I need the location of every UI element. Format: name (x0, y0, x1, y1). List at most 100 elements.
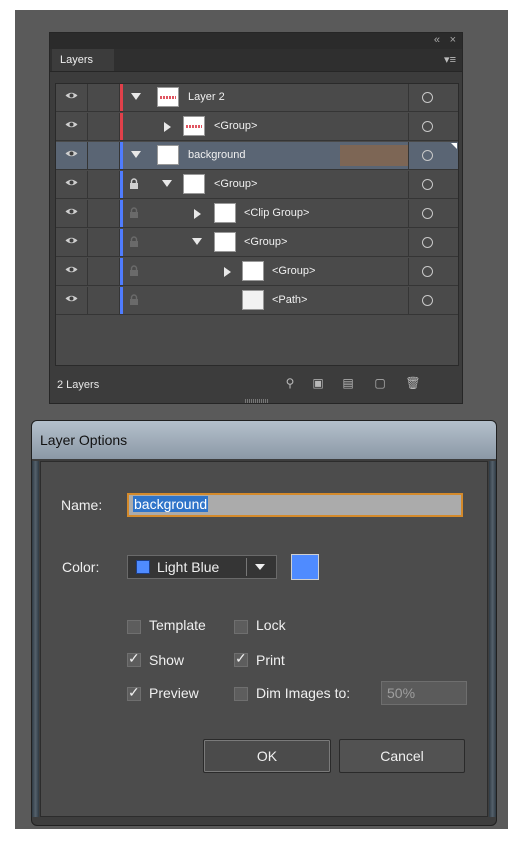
dim-images-checkbox[interactable] (234, 687, 248, 701)
name-label: Name: (61, 497, 103, 513)
layer-thumbnail (242, 261, 264, 281)
layer-name: <Group> (214, 120, 258, 132)
cancel-button[interactable]: Cancel (339, 739, 465, 773)
visibility-toggle[interactable] (56, 171, 88, 198)
close-icon[interactable]: × (450, 34, 456, 46)
collect-icon[interactable]: ▣ (310, 376, 326, 390)
show-checkbox[interactable] (127, 650, 141, 667)
layer-row[interactable]: <Group> (56, 229, 458, 257)
color-dropdown-value: Light Blue (157, 559, 220, 575)
expand-down-icon[interactable] (131, 151, 141, 158)
visibility-toggle[interactable] (56, 84, 88, 111)
layer-row[interactable]: <Group> (56, 258, 458, 286)
panel-menu-icon[interactable]: ▾≡ (444, 53, 456, 66)
visibility-toggle[interactable] (56, 258, 88, 285)
layer-row-selected[interactable]: background (56, 142, 458, 170)
preview-checkbox[interactable] (127, 684, 141, 701)
layer-color-bar (120, 171, 123, 198)
selected-art-indicator (451, 143, 457, 149)
tab-layers[interactable]: Layers (52, 49, 114, 71)
target-cell[interactable] (408, 200, 459, 227)
layer-thumbnail (214, 203, 236, 223)
target-circle-icon[interactable] (422, 150, 433, 161)
search-icon[interactable]: ⚲ (282, 376, 298, 390)
lock-toggle[interactable] (87, 287, 138, 314)
lock-checkbox[interactable] (234, 620, 248, 634)
layer-name: Layer 2 (188, 91, 225, 103)
layers-count: 2 Layers (57, 379, 100, 391)
lock-icon (130, 207, 138, 218)
layer-color-bar (120, 200, 123, 227)
target-cell[interactable] (408, 171, 459, 198)
double-chevron-icon[interactable]: « (434, 34, 440, 46)
expand-right-icon[interactable] (164, 122, 171, 132)
target-cell[interactable] (408, 113, 459, 140)
lock-label: Lock (256, 617, 286, 633)
expand-right-icon[interactable] (194, 209, 201, 219)
dim-percent-field[interactable]: 50% (381, 681, 467, 705)
target-circle-icon[interactable] (422, 295, 433, 306)
layer-row[interactable]: <Group> (56, 113, 458, 141)
color-swatch-button[interactable] (291, 554, 319, 580)
target-circle-icon[interactable] (422, 92, 433, 103)
target-circle-icon[interactable] (422, 237, 433, 248)
lock-icon (130, 294, 138, 305)
ok-button[interactable]: OK (203, 739, 331, 773)
dialog-body: Name: background Color: Light Blue Templ… (40, 461, 488, 817)
target-circle-icon[interactable] (422, 121, 433, 132)
make-clipping-mask-icon[interactable]: ▤ (340, 376, 356, 390)
lock-icon (130, 236, 138, 247)
layer-name: <Group> (272, 265, 316, 277)
target-cell[interactable] (408, 287, 459, 314)
name-field[interactable]: background (127, 493, 463, 517)
lock-toggle[interactable] (87, 258, 138, 285)
delete-icon[interactable]: 🗑 (405, 376, 421, 390)
dialog-frame-left (32, 461, 39, 817)
visibility-toggle[interactable] (56, 200, 88, 227)
template-checkbox[interactable] (127, 620, 141, 634)
target-cell[interactable] (408, 84, 459, 111)
print-checkbox[interactable] (234, 650, 248, 667)
target-cell[interactable] (408, 229, 459, 256)
color-chip (136, 560, 150, 574)
lock-toggle[interactable] (87, 229, 138, 256)
visibility-toggle[interactable] (56, 287, 88, 314)
expand-down-icon[interactable] (131, 93, 141, 100)
layer-row[interactable]: Layer 2 (56, 84, 458, 112)
lock-icon (130, 178, 138, 189)
lock-toggle[interactable] (87, 200, 138, 227)
target-circle-icon[interactable] (422, 179, 433, 190)
lock-toggle[interactable] (87, 84, 120, 111)
layer-row[interactable]: <Group> (56, 171, 458, 199)
new-layer-icon[interactable]: ▢ (372, 376, 388, 390)
panel-titlebar: « × (50, 33, 462, 49)
lock-toggle[interactable] (87, 142, 120, 169)
visibility-toggle[interactable] (56, 113, 88, 140)
lock-toggle[interactable] (87, 113, 120, 140)
layer-row[interactable]: <Path> (56, 287, 458, 315)
preview-label: Preview (149, 685, 199, 701)
layer-row[interactable]: <Clip Group> (56, 200, 458, 228)
resize-grip[interactable] (245, 399, 269, 403)
layer-name: <Path> (272, 294, 308, 306)
expand-right-icon[interactable] (224, 267, 231, 277)
chevron-down-icon[interactable] (255, 564, 265, 570)
visibility-toggle[interactable] (56, 229, 88, 256)
layer-thumbnail (242, 290, 264, 310)
lock-icon (130, 265, 138, 276)
color-dropdown[interactable]: Light Blue (127, 555, 277, 579)
lock-toggle[interactable] (87, 171, 138, 198)
expand-down-icon[interactable] (162, 180, 172, 187)
expand-down-icon[interactable] (192, 238, 202, 245)
layer-thumbnail (157, 145, 179, 165)
layer-thumbnail (183, 116, 205, 136)
target-circle-icon[interactable] (422, 266, 433, 277)
layer-color-bar (120, 287, 123, 314)
visibility-toggle[interactable] (56, 142, 88, 169)
eye-icon (65, 208, 78, 215)
dropdown-divider (246, 558, 247, 576)
target-circle-icon[interactable] (422, 208, 433, 219)
eye-icon (65, 121, 78, 128)
target-cell[interactable] (408, 258, 459, 285)
layer-thumbnail (214, 232, 236, 252)
